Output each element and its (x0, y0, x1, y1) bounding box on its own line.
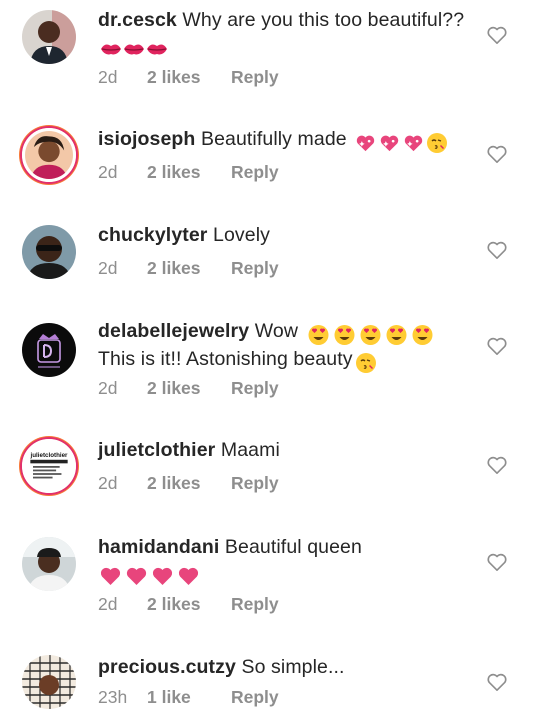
comment-username[interactable]: hamidandani (98, 536, 219, 558)
comment-meta: 2d 2 likes Reply (98, 378, 279, 399)
comment-body: Beautiful queen (224, 536, 362, 558)
comment-text: isiojoseph Beautifully made (98, 127, 478, 155)
heart-outline-icon (487, 145, 507, 163)
heart-outline-icon (487, 337, 507, 355)
comment-body: Why are you this too beautiful?? (182, 9, 465, 31)
heart-outline-icon (487, 673, 507, 691)
avatar[interactable] (22, 10, 76, 64)
comment-likes-count[interactable]: 2 likes (147, 473, 231, 494)
comment-likes-count[interactable]: 1 like (147, 687, 231, 708)
comment-time: 2d (98, 67, 118, 87)
avatar[interactable] (22, 225, 76, 279)
comment-username[interactable]: dr.cesck (98, 9, 177, 31)
comment-meta: 2d 2 likes Reply (98, 258, 279, 279)
comment-meta: 23h 1 like Reply (98, 687, 279, 708)
comment-text: julietclothier Maami (98, 438, 478, 463)
comment-body: So simple... (241, 656, 345, 678)
heart-outline-icon (487, 26, 507, 44)
comment-username[interactable]: chuckylyter (98, 224, 208, 246)
like-comment-button[interactable] (486, 25, 508, 45)
reply-button[interactable]: Reply (231, 378, 279, 399)
comment-time: 2d (98, 594, 118, 614)
comment-body: Wow (254, 320, 298, 342)
avatar[interactable]: julietclothier (22, 439, 76, 493)
comment-text: delabellejewelry Wow This is it!! Astoni… (98, 319, 478, 375)
like-comment-button[interactable] (486, 552, 508, 572)
reply-button[interactable]: Reply (231, 258, 279, 279)
comment-username[interactable]: julietclothier (98, 439, 215, 461)
comment-body: Lovely (213, 224, 270, 246)
reply-button[interactable]: Reply (231, 687, 279, 708)
reply-button[interactable]: Reply (231, 162, 279, 183)
like-comment-button[interactable] (486, 336, 508, 356)
comment-body: Maami (220, 439, 280, 461)
comment-username[interactable]: isiojoseph (98, 128, 195, 150)
comment-time: 2d (98, 258, 118, 278)
like-comment-button[interactable] (486, 455, 508, 475)
comment-likes-count[interactable]: 2 likes (147, 594, 231, 615)
pink-heart-emoji-group (98, 563, 202, 588)
comment-likes-count[interactable]: 2 likes (147, 162, 231, 183)
kiss-lips-emoji-group (100, 36, 169, 61)
like-comment-button[interactable] (486, 672, 508, 692)
comment-text: hamidandani Beautiful queen (98, 535, 478, 588)
comment-body-line2: This is it!! Astonishing beauty (98, 348, 353, 370)
heart-outline-icon (487, 553, 507, 571)
comment-likes-count[interactable]: 2 likes (147, 258, 231, 279)
comment-time: 2d (98, 473, 118, 493)
avatar[interactable] (22, 655, 76, 709)
comment-time: 2d (98, 162, 118, 182)
comment-meta: 2d 2 likes Reply (98, 473, 279, 494)
comment-time: 2d (98, 378, 118, 398)
face-blowing-kiss-emoji (355, 350, 378, 375)
comment-text: precious.cutzy So simple... (98, 655, 478, 680)
sparkling-heart-emoji-group (354, 130, 449, 155)
comment-meta: 2d 2 likes Reply (98, 67, 279, 88)
comment-likes-count[interactable]: 2 likes (147, 67, 231, 88)
comment-body: Beautifully made (200, 128, 347, 150)
reply-button[interactable]: Reply (231, 473, 279, 494)
comment-text: dr.cesck Why are you this too beautiful?… (98, 8, 478, 61)
avatar[interactable] (22, 537, 76, 591)
comment-username[interactable]: precious.cutzy (98, 656, 236, 678)
comment-text: chuckylyter Lovely (98, 223, 478, 248)
comment-meta: 2d 2 likes Reply (98, 162, 279, 183)
like-comment-button[interactable] (486, 240, 508, 260)
avatar-logo-text: julietclothier (30, 452, 69, 459)
heart-outline-icon (487, 456, 507, 474)
heart-eyes-emoji-group (306, 322, 436, 347)
like-comment-button[interactable] (486, 144, 508, 164)
avatar[interactable] (22, 128, 76, 182)
comment-time: 23h (98, 687, 128, 707)
reply-button[interactable]: Reply (231, 594, 279, 615)
comment-likes-count[interactable]: 2 likes (147, 378, 231, 399)
reply-button[interactable]: Reply (231, 67, 279, 88)
heart-outline-icon (487, 241, 507, 259)
comment-username[interactable]: delabellejewelry (98, 320, 249, 342)
avatar[interactable] (22, 323, 76, 377)
comment-meta: 2d 2 likes Reply (98, 594, 279, 615)
